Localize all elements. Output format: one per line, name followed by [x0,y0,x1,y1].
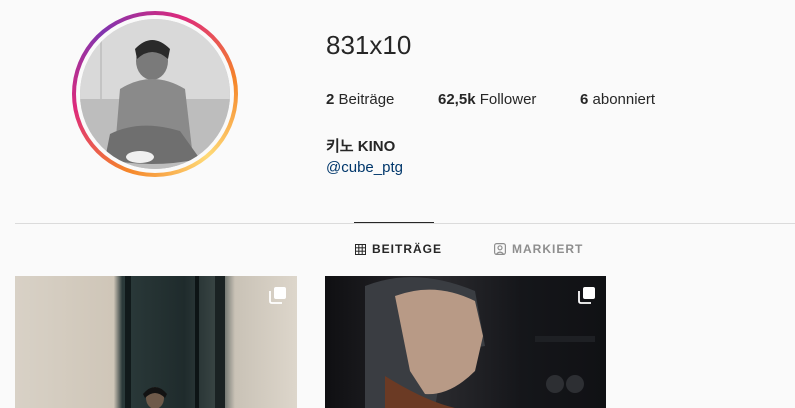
tab-tagged[interactable]: MARKIERT [494,242,583,256]
section-divider [15,223,795,224]
posts-label: Beiträge [338,91,395,108]
posts-stat: 2 Beiträge [326,91,438,108]
post-image [125,276,225,408]
followers-label: Follower [479,91,537,108]
post-image [365,277,595,408]
avatar-story-ring[interactable] [72,11,238,177]
multiple-images-icon [578,286,596,309]
posts-count: 2 [326,91,335,108]
profile-link-handle[interactable]: @cube_ptg [326,159,403,176]
profile-full-name: 키노 KINO [326,138,396,155]
multiple-images-icon [269,286,287,309]
avatar-gap [76,15,234,173]
tab-posts-label: BEITRÄGE [372,242,443,256]
tagged-person-icon [494,243,506,255]
post-tile[interactable] [15,276,297,408]
followers-stat[interactable]: 62,5k Follower [438,91,580,108]
following-label: abonniert [592,91,656,108]
grid-icon [355,243,366,255]
avatar-image [80,19,230,169]
profile-username: 831x10 [326,30,412,60]
avatar[interactable] [80,19,230,169]
following-count: 6 [580,91,589,108]
followers-count: 62,5k [438,91,476,108]
following-stat[interactable]: 6 abonniert [580,91,655,108]
profile-stats: 2 Beiträge 62,5k Follower 6 abonniert [326,91,655,108]
active-tab-indicator [354,222,434,223]
tab-tagged-label: MARKIERT [512,242,584,256]
tab-posts[interactable]: BEITRÄGE [355,242,442,256]
post-tile[interactable] [325,276,606,408]
